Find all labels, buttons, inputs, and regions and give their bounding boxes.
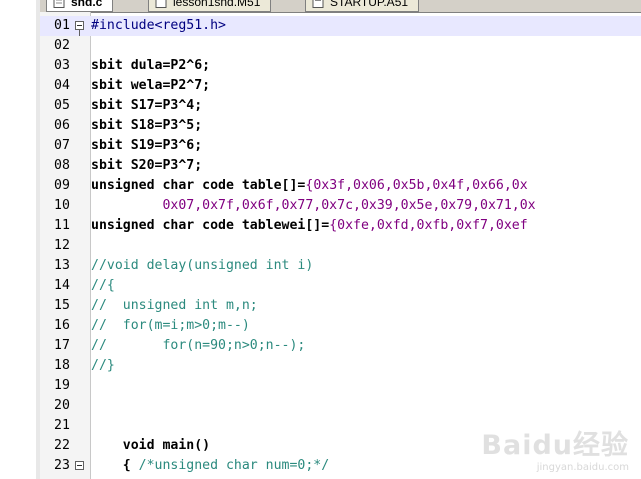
line-number: 22 [54,438,70,453]
code-text: // for(m=i;m>0;m--) [91,318,250,333]
code-line[interactable]: 11 unsigned char code tablewei[]={0xfe,0x… [40,216,641,236]
code-line[interactable]: 12 [40,236,641,256]
line-number: 10 [54,198,70,213]
fold-toggle-icon[interactable] [75,21,84,30]
code-text: unsigned char code table[]={0x3f,0x06,0x… [91,178,528,193]
line-number: 05 [54,98,70,113]
fold-toggle-icon[interactable] [75,461,84,470]
code-text: // for(n=90;n>0;n--); [91,338,306,353]
file-icon [155,0,167,8]
code-line[interactable]: 15 // unsigned int m,n; [40,296,641,316]
code-text: 0x07,0x7f,0x6f,0x77,0x7c,0x39,0x5e,0x79,… [91,198,536,213]
line-number: 18 [54,358,70,373]
line-number: 15 [54,298,70,313]
code-text: //{ [91,278,115,293]
code-text: void main() [91,438,211,453]
code-text: sbit wela=P2^7; [91,78,211,93]
code-text: sbit S17=P3^4; [91,98,203,113]
code-text: // unsigned int m,n; [91,298,258,313]
code-line[interactable]: 10 0x07,0x7f,0x6f,0x77,0x7c,0x39,0x5e,0x… [40,196,641,216]
asm-file-icon [312,0,324,8]
line-number: 23 [54,458,70,473]
code-line[interactable]: 04 sbit wela=P2^7; [40,76,641,96]
line-number: 12 [54,238,70,253]
code-line[interactable]: 05 sbit S17=P3^4; [40,96,641,116]
line-number: 11 [54,218,70,233]
code-line[interactable]: 07 sbit S19=P3^6; [40,136,641,156]
code-line[interactable]: 13 //void delay(unsigned int i) [40,256,641,276]
project-panel-edge [0,0,37,479]
baidu-watermark: Baidu经验 jingyan.baidu.com [481,423,629,473]
line-number: 16 [54,318,70,333]
line-number: 19 [54,378,70,393]
code-editor[interactable]: 01 #include<reg51.h> 02 03 sbit dula=P2^6; 04… [40,16,641,476]
line-number: 21 [54,418,70,433]
code-line[interactable]: 09 unsigned char code table[]={0x3f,0x06,… [40,176,641,196]
line-number: 09 [54,178,70,193]
editor-tab-bar: snd.c lesson1snd.M51 STARTUP.A51 [40,0,641,13]
code-text: sbit S19=P3^6; [91,138,203,153]
code-line[interactable]: 06 sbit S18=P3^5; [40,116,641,136]
tab-lesson1snd-m51[interactable]: lesson1snd.M51 [148,0,272,12]
code-line[interactable]: 03 sbit dula=P2^6; [40,56,641,76]
code-text: #include<reg51.h> [91,18,226,33]
code-text: sbit S18=P3^5; [91,118,203,133]
watermark-logo: Baidu经验 [481,430,629,461]
code-text: unsigned char code tablewei[]={0xfe,0xfd… [91,218,528,233]
code-line[interactable]: 17 // for(n=90;n>0;n--); [40,336,641,356]
line-number: 07 [54,138,70,153]
tab-label: STARTUP.A51 [330,0,409,9]
tab-startup-a51[interactable]: STARTUP.A51 [305,0,420,12]
line-number: 03 [54,58,70,73]
code-text: sbit S20=P3^7; [91,158,203,173]
code-text: //void delay(unsigned int i) [91,258,314,273]
line-number: 04 [54,78,70,93]
tab-label: lesson1snd.M51 [173,0,261,9]
fold-guide [79,30,80,36]
code-text: { /*unsigned char num=0;*/ [91,458,330,473]
line-number: 14 [54,278,70,293]
code-line[interactable]: 14 //{ [40,276,641,296]
line-number: 20 [54,398,70,413]
code-line[interactable]: 01 #include<reg51.h> [40,16,641,36]
code-line[interactable]: 08 sbit S20=P3^7; [40,156,641,176]
watermark-url: jingyan.baidu.com [536,462,629,473]
left-panel-strip [0,0,41,479]
code-text: //} [91,358,115,373]
tab-snd-c[interactable]: snd.c [46,0,114,12]
c-file-icon [53,0,65,8]
code-text: sbit dula=P2^6; [91,58,211,73]
line-number: 06 [54,118,70,133]
line-number: 08 [54,158,70,173]
code-line[interactable]: 20 [40,396,641,416]
tab-label: snd.c [71,0,103,9]
line-number: 02 [54,38,70,53]
code-line[interactable]: 16 // for(m=i;m>0;m--) [40,316,641,336]
line-number: 13 [54,258,70,273]
code-line[interactable]: 19 [40,376,641,396]
code-line[interactable]: 02 [40,36,641,56]
line-number: 01 [54,18,70,33]
line-number: 17 [54,338,70,353]
code-line[interactable]: 18 //} [40,356,641,376]
